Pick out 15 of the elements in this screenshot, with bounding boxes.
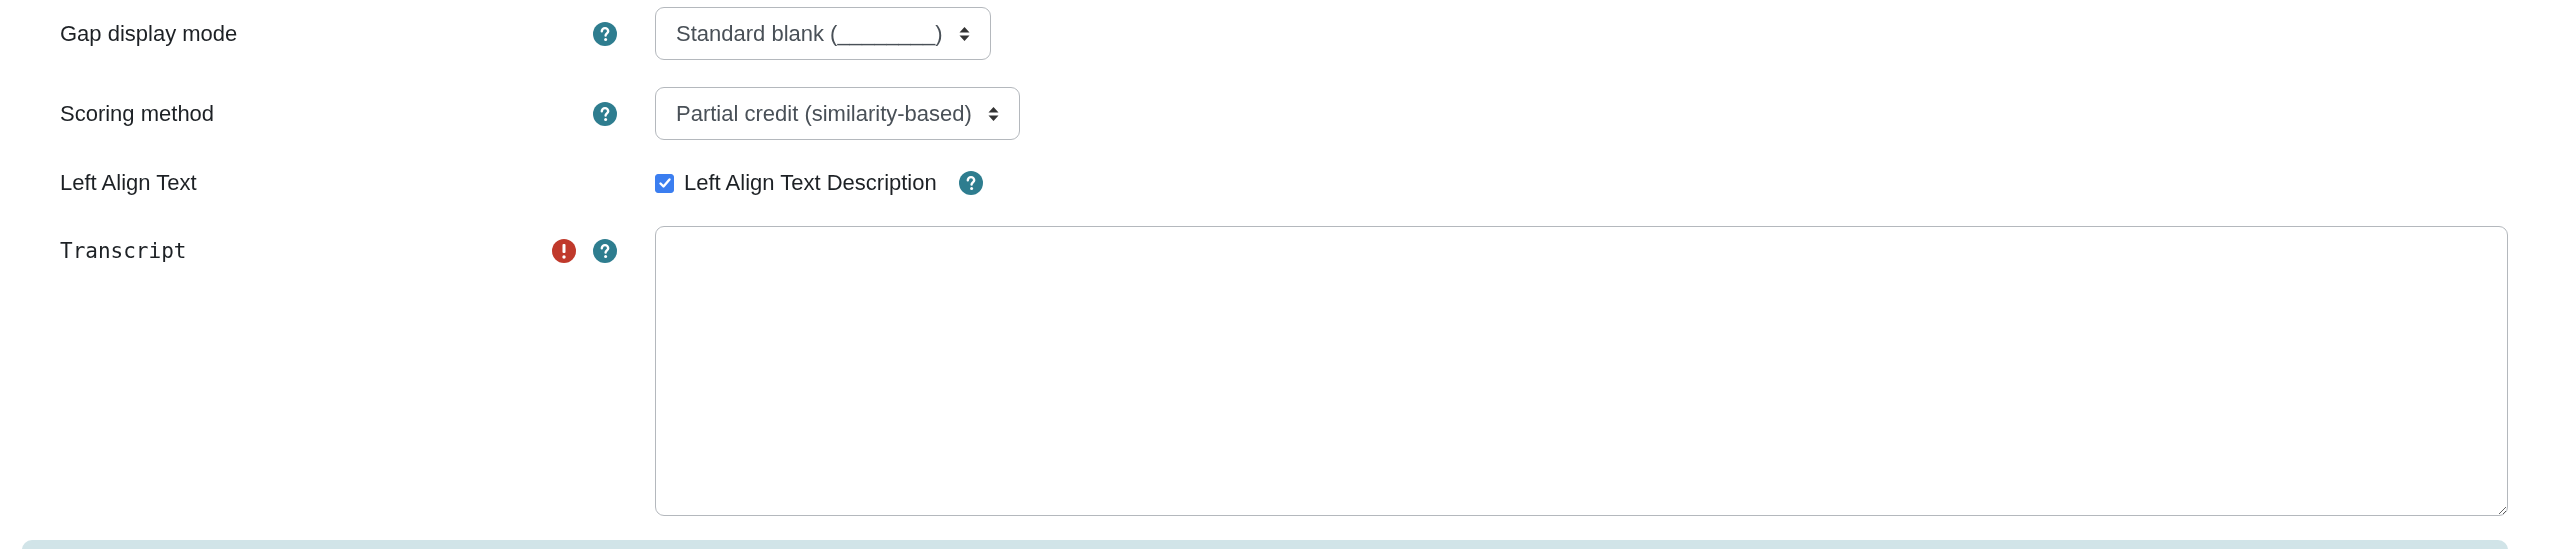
checkbox-label[interactable]: Left Align Text Description: [684, 170, 937, 196]
field-label: Scoring method: [60, 100, 216, 127]
field-label: Left Align Text: [60, 170, 198, 196]
sort-caret-icon: [987, 105, 999, 122]
help-icon[interactable]: [593, 239, 617, 263]
dropdown[interactable]: Standard blank (________): [655, 7, 991, 60]
field-label: Gap display mode: [60, 20, 239, 47]
checkbox[interactable]: [655, 173, 674, 193]
help-icon[interactable]: [593, 21, 617, 46]
field-label: Transcript: [60, 239, 188, 263]
dropdown[interactable]: Partial credit (similarity-based): [655, 87, 1020, 140]
help-icon[interactable]: [593, 101, 617, 126]
sort-caret-icon: [958, 25, 970, 42]
checkmark-icon: [657, 176, 672, 190]
help-icon[interactable]: [958, 171, 983, 195]
